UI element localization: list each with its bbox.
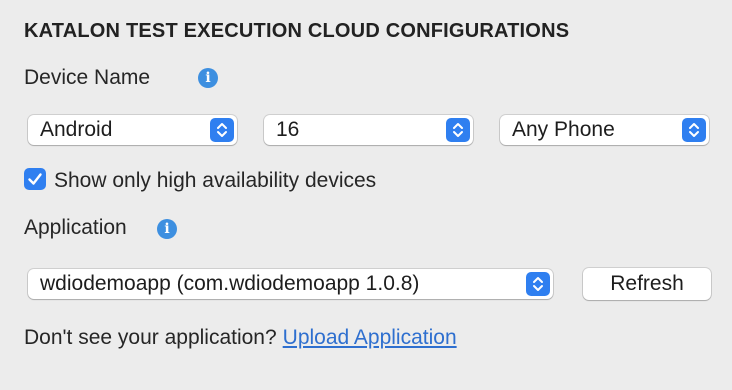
high-availability-checkbox[interactable] <box>24 168 46 190</box>
upload-application-link[interactable]: Upload Application <box>283 326 457 349</box>
application-info-icon[interactable]: i <box>157 219 177 239</box>
device-os-value: Android <box>40 118 113 141</box>
device-os-select[interactable]: Android <box>28 115 237 145</box>
checkmark-icon <box>28 173 42 185</box>
device-name-label: Device Name <box>24 66 151 89</box>
application-select[interactable]: wdiodemoapp (com.wdiodemoapp 1.0.8) <box>28 269 553 299</box>
section-title: KATALON TEST EXECUTION CLOUD CONFIGURATI… <box>24 20 570 42</box>
device-version-value: 16 <box>276 118 300 141</box>
chevron-up-down-icon <box>210 118 234 142</box>
refresh-button[interactable]: Refresh <box>583 268 711 300</box>
high-availability-label[interactable]: Show only high availability devices <box>54 169 376 193</box>
application-select-value: wdiodemoapp (com.wdiodemoapp 1.0.8) <box>40 272 420 295</box>
upload-prompt: Don't see your application? Upload Applic… <box>24 326 457 350</box>
configuration-panel: KATALON TEST EXECUTION CLOUD CONFIGURATI… <box>0 0 732 390</box>
device-model-select[interactable]: Any Phone <box>500 115 709 145</box>
chevron-up-down-icon <box>446 118 470 142</box>
application-label: Application <box>24 216 127 239</box>
chevron-up-down-icon <box>682 118 706 142</box>
chevron-up-down-icon <box>526 272 550 296</box>
device-info-icon[interactable]: i <box>198 68 218 88</box>
device-version-select[interactable]: 16 <box>264 115 473 145</box>
device-model-value: Any Phone <box>512 118 615 141</box>
upload-prompt-text: Don't see your application? <box>24 326 277 349</box>
